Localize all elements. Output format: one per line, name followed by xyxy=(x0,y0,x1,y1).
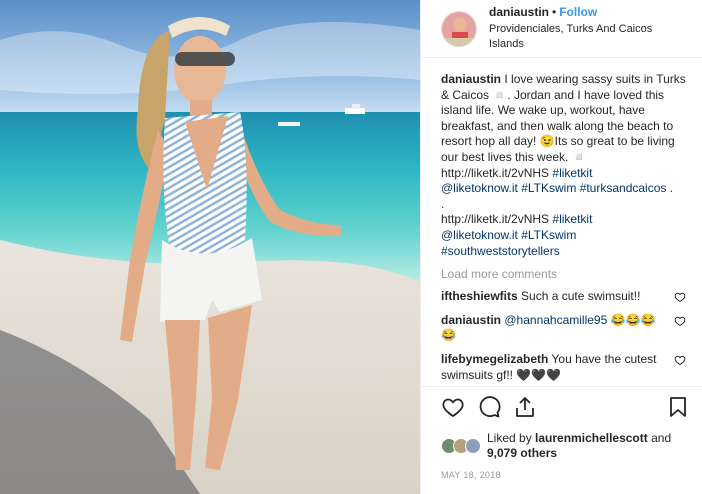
comment-text: lifebymegelizabeth You have the cutest s… xyxy=(441,352,674,382)
comment-item: lifebymegelizabeth You have the cutest s… xyxy=(441,352,686,382)
caption-tag-southwest[interactable]: #southweststorytellers xyxy=(441,244,560,258)
caption-tags-2[interactable]: @liketoknow.it #LTKswim xyxy=(441,228,576,242)
avatar[interactable] xyxy=(441,10,477,47)
comment-username[interactable]: lifebymegelizabeth xyxy=(441,352,548,366)
caption-tags-1[interactable]: @liketoknow.it #LTKswim #turksandcaicos xyxy=(441,181,666,195)
likes-prefix: Liked by xyxy=(487,431,532,445)
header-info: daniaustin • Follow Providenciales, Turks … xyxy=(489,5,690,52)
comment-item: iftheshiewfits Such a cute swimsuit!! xyxy=(441,289,686,305)
liker-avatars xyxy=(441,438,481,454)
caption-tag-liketkit-2[interactable]: #liketkit xyxy=(552,212,592,226)
bookmark-icon[interactable] xyxy=(666,395,690,419)
comment-mention[interactable]: @hannahcamille95 xyxy=(504,313,607,327)
comment-heart-icon[interactable] xyxy=(674,315,686,327)
caption-dot-2: . xyxy=(441,196,445,211)
post-header: daniaustin • Follow Providenciales, Turks … xyxy=(421,0,702,58)
header-username[interactable]: daniaustin xyxy=(489,5,549,19)
comment-username[interactable]: iftheshiewfits xyxy=(441,289,518,303)
header-separator: • xyxy=(552,5,557,19)
likes-user[interactable]: laurenmichellescott xyxy=(535,431,648,445)
heart-icon[interactable] xyxy=(441,395,465,419)
action-bar xyxy=(421,386,702,426)
caption-username[interactable]: daniaustin xyxy=(441,72,501,86)
instagram-post: daniaustin • Follow Providenciales, Turks … xyxy=(0,0,702,494)
caption-tag-liketkit-1[interactable]: #liketkit xyxy=(552,166,592,180)
caption: daniaustin I love wearing sassy suits in… xyxy=(441,72,686,259)
post-date[interactable]: MAY 18, 2018 xyxy=(421,466,702,494)
comment-heart-icon[interactable] xyxy=(674,291,686,303)
caption-dot-1: . xyxy=(669,181,674,196)
comment-item: daniaustin @hannahcamille95 😂😂😂😂 xyxy=(441,313,686,344)
liker-avatar xyxy=(465,438,481,454)
post-photo[interactable] xyxy=(0,0,420,494)
post-sidebar: daniaustin • Follow Providenciales, Turks … xyxy=(420,0,702,494)
comment-text: daniaustin @hannahcamille95 😂😂😂😂 xyxy=(441,313,674,344)
comment-body: Such a cute swimsuit!! xyxy=(521,289,641,304)
likes-count[interactable]: 9,079 others xyxy=(487,446,557,460)
likes-section: Liked by laurenmichellescott and 9,079 o… xyxy=(421,426,702,466)
location-link[interactable]: Providenciales, Turks And Caicos Islands xyxy=(489,22,690,52)
share-icon[interactable] xyxy=(513,395,537,419)
comments-section: daniaustin I love wearing sassy suits in… xyxy=(421,58,702,382)
avatar-image xyxy=(442,11,476,46)
follow-button[interactable]: Follow xyxy=(559,5,597,19)
comment-icon[interactable] xyxy=(477,395,501,419)
comment-username[interactable]: daniaustin xyxy=(441,313,501,327)
caption-link-1[interactable]: http://liketk.it/2vNHS xyxy=(441,166,549,180)
comment-heart-icon[interactable] xyxy=(674,354,686,366)
beach-photo xyxy=(0,0,420,494)
comment-text: iftheshiewfits Such a cute swimsuit!! xyxy=(441,289,674,305)
load-more-comments[interactable]: Load more comments xyxy=(441,267,686,281)
caption-link-2[interactable]: http://liketk.it/2vNHS xyxy=(441,212,549,226)
likes-and: and xyxy=(651,431,672,445)
likes-text: Liked by laurenmichellescott and 9,079 o… xyxy=(487,431,671,461)
